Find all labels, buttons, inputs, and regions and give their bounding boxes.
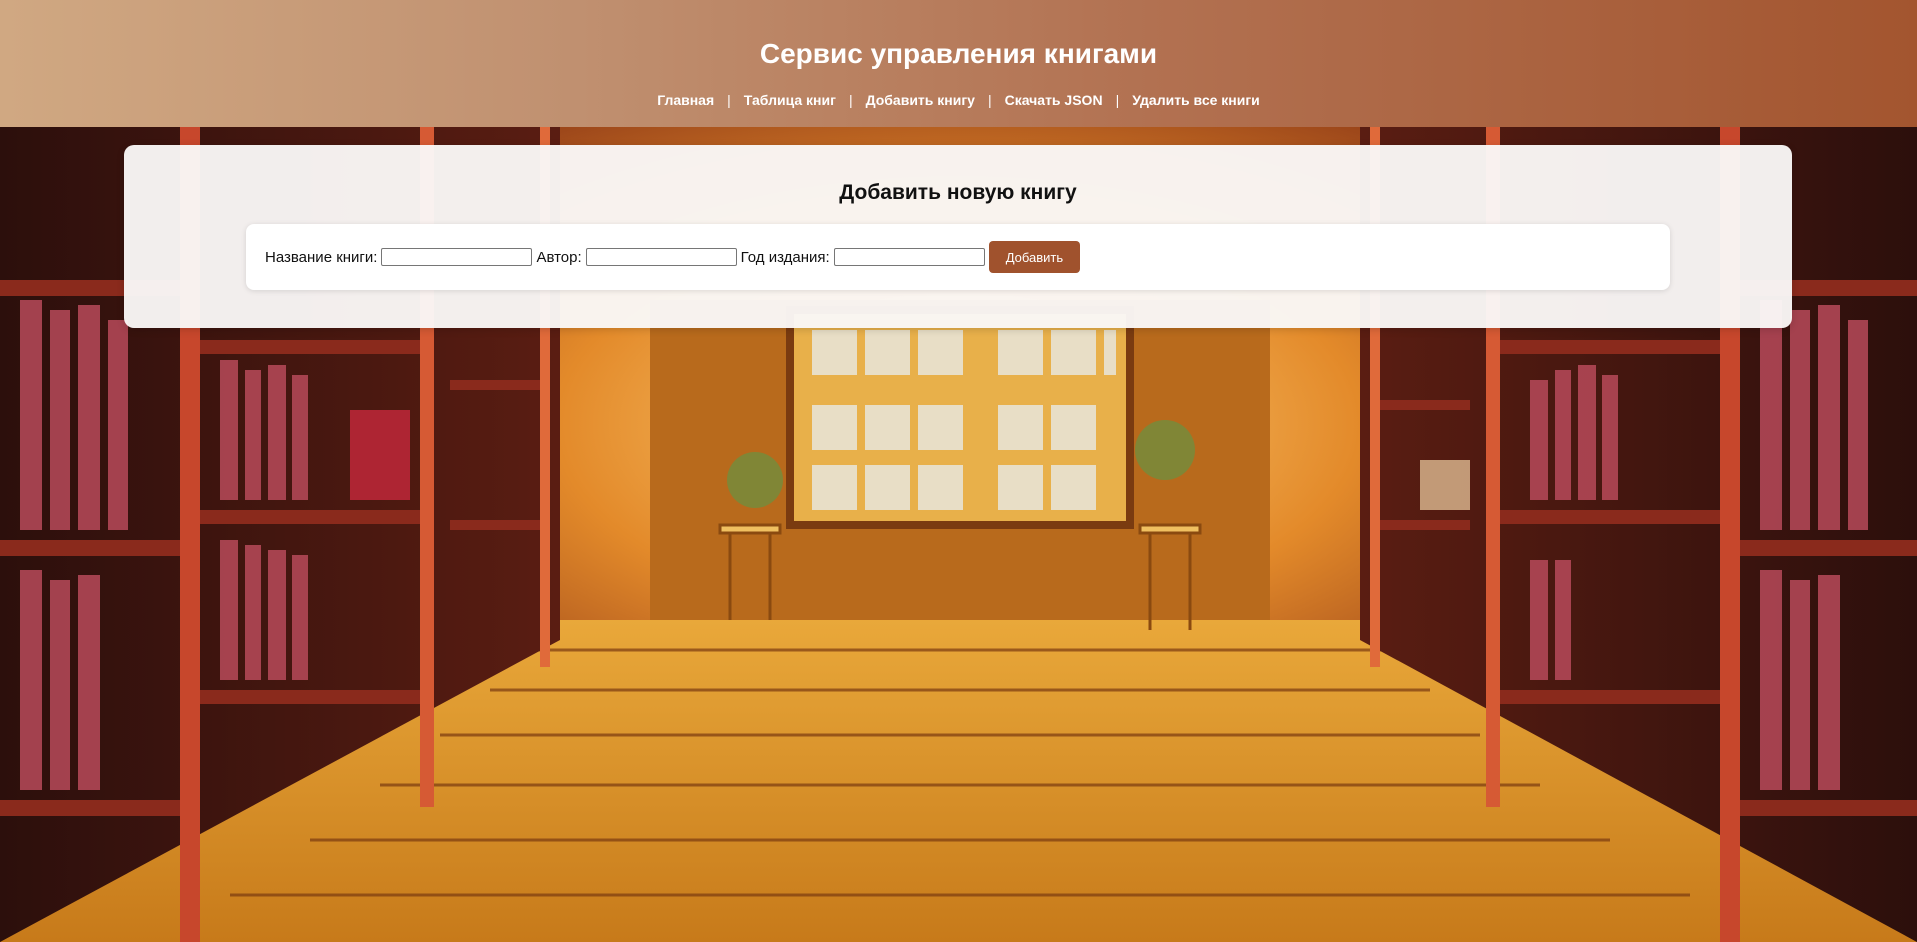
nav-separator: |	[848, 92, 853, 108]
nav-link-delete-all-books[interactable]: Удалить все книги	[1132, 90, 1260, 110]
year-label: Год издания:	[740, 248, 830, 266]
nav-link-add-book[interactable]: Добавить книгу	[866, 90, 975, 110]
add-book-form: Название книги: Автор: Год издания: Доба…	[246, 224, 1670, 290]
add-book-button[interactable]: Добавить	[988, 241, 1081, 273]
book-title-label: Название книги:	[265, 248, 378, 266]
main-nav: Главная | Таблица книг | Добавить книгу …	[0, 90, 1917, 110]
nav-link-home[interactable]: Главная	[657, 90, 714, 110]
nav-separator: |	[727, 92, 731, 108]
add-book-heading: Добавить новую книгу	[839, 181, 1077, 204]
nav-link-download-json[interactable]: Скачать JSON	[1005, 90, 1103, 110]
author-input[interactable]	[585, 248, 737, 266]
add-book-card: Добавить новую книгу Название книги: Авт…	[124, 145, 1792, 328]
site-header: Сервис управления книгами Главная | Табл…	[0, 0, 1917, 127]
nav-separator: |	[1115, 92, 1120, 108]
nav-link-books-table[interactable]: Таблица книг	[744, 90, 836, 110]
site-title: Сервис управления книгами	[759, 38, 1158, 69]
book-title-input[interactable]	[381, 248, 533, 266]
library-background-image	[0, 0, 1917, 942]
author-label: Автор:	[536, 248, 582, 266]
year-input[interactable]	[833, 248, 985, 266]
nav-separator: |	[987, 92, 992, 108]
